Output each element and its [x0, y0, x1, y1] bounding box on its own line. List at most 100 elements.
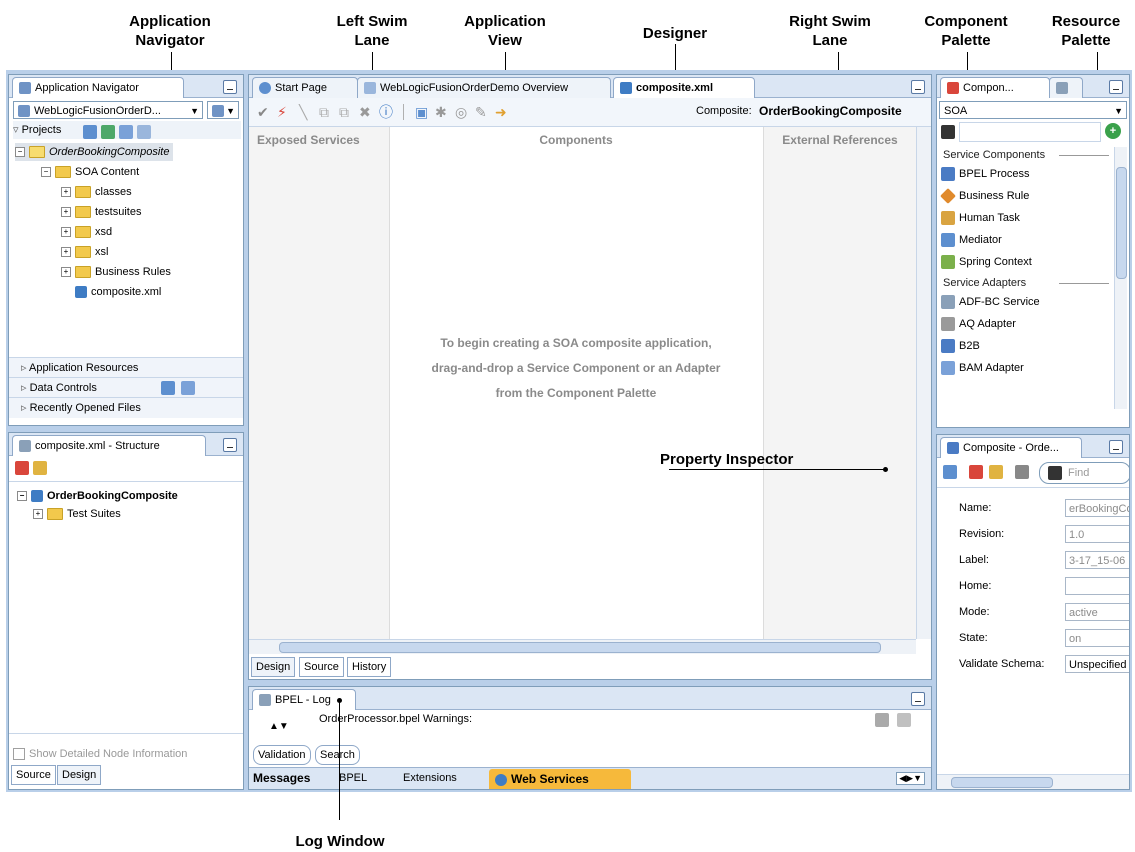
prop-field-validate-schema[interactable]: Unspecified	[1065, 655, 1129, 673]
structure-minimize-button[interactable]	[223, 438, 237, 452]
tree-item-testsuites[interactable]: + testsuites	[61, 203, 141, 221]
prop-field-name[interactable]: erBookingCo	[1065, 499, 1129, 517]
tab-composite-xml[interactable]: composite.xml	[613, 77, 755, 98]
accordion-recently-opened[interactable]: ▹ Recently Opened Files	[9, 397, 243, 418]
tree-item-classes[interactable]: + classes	[61, 183, 132, 201]
filter-icon[interactable]	[119, 125, 133, 140]
inspector-view-icon[interactable]	[943, 465, 957, 479]
paste-icon[interactable]: ⧉	[339, 104, 349, 120]
expand-toggle[interactable]: +	[61, 227, 71, 238]
expand-toggle[interactable]: +	[61, 207, 71, 218]
palette-item-aq-adapter[interactable]: AQ Adapter	[941, 313, 1016, 335]
palette-item-human-task[interactable]: Human Task	[941, 207, 1020, 229]
tree-item-business-rules[interactable]: + Business Rules	[61, 263, 171, 281]
palette-item-bam-adapter[interactable]: BAM Adapter	[941, 357, 1024, 379]
log-tab-scroll-buttons[interactable]: ◀▶▼	[896, 772, 925, 785]
collapse-toggle[interactable]: −	[41, 167, 51, 178]
layout-icon[interactable]: ▣	[415, 104, 428, 120]
refresh-icon[interactable]	[161, 381, 175, 395]
wire-icon[interactable]: ╲	[299, 104, 307, 120]
palette-search-input[interactable]	[959, 122, 1101, 142]
collapse-toggle[interactable]: −	[15, 147, 25, 158]
projects-header[interactable]: ▿ Projects	[13, 121, 241, 141]
log-tab-bpel[interactable]: BPEL	[339, 772, 367, 784]
structure-tab-design[interactable]: Design	[57, 765, 102, 785]
prop-field-mode[interactable]: active	[1065, 603, 1129, 621]
scroll-thumb[interactable]	[279, 642, 881, 653]
inspector-scroll-thumb[interactable]	[951, 777, 1053, 788]
palette-item-bpel-process[interactable]: BPEL Process	[941, 163, 1030, 185]
designer-canvas[interactable]: Components To begin creating a SOA compo…	[390, 127, 762, 639]
log-tab-messages[interactable]: Messages	[253, 771, 310, 785]
clear-log-icon[interactable]	[875, 713, 889, 727]
pin-icon[interactable]	[969, 465, 983, 479]
right-swim-lane[interactable]: External References	[763, 127, 916, 639]
prop-field-home[interactable]	[1065, 577, 1129, 595]
palette-item-adf-bc-service[interactable]: ADF-BC Service	[941, 291, 1040, 313]
arrange-icon[interactable]: ✱	[435, 104, 447, 120]
lightning-icon[interactable]: ⚡	[277, 104, 287, 120]
palette-item-b2b[interactable]: B2B	[941, 335, 980, 357]
edit-icon[interactable]	[1015, 465, 1029, 479]
delete-icon[interactable]: ✖	[359, 104, 371, 120]
toolbar-icons[interactable]	[83, 123, 155, 141]
tab-application-navigator[interactable]: Application Navigator	[12, 77, 184, 98]
show-detailed-checkbox[interactable]	[13, 748, 25, 761]
filter-icon[interactable]	[181, 381, 195, 395]
prop-field-revision[interactable]: 1.0	[1065, 525, 1129, 543]
accordion-data-controls[interactable]: ▹ Data Controls	[9, 377, 243, 398]
log-tab-web-services[interactable]: Web Services	[489, 769, 631, 789]
editor-tab-list-button[interactable]	[911, 80, 925, 94]
editor-tab-history[interactable]: History	[347, 657, 392, 677]
show-detailed-checkbox-row[interactable]: Show Detailed Node Information	[13, 745, 187, 763]
palette-item-business-rule[interactable]: Business Rule	[940, 185, 1029, 207]
navigator-minimize-button[interactable]	[223, 80, 237, 94]
structure-item-composite[interactable]: − OrderBookingComposite	[17, 487, 178, 505]
validate-icon[interactable]: ✔	[257, 104, 269, 120]
palette-scroll-thumb[interactable]	[1116, 167, 1127, 279]
inspector-find-field[interactable]: Find	[1039, 462, 1129, 484]
add-icon[interactable]: +	[1105, 123, 1121, 139]
tree-item-composite-xml[interactable]: composite.xml	[75, 283, 161, 301]
refresh-icon[interactable]	[83, 125, 97, 140]
freeze-view-icon[interactable]	[33, 461, 47, 475]
tab-overview[interactable]: WebLogicFusionOrderDemo Overview	[357, 77, 611, 98]
sync-icon[interactable]	[101, 125, 115, 140]
tree-item-soa-content[interactable]: − SOA Content	[41, 163, 139, 181]
expand-toggle[interactable]: +	[61, 267, 71, 278]
sort-icon[interactable]	[137, 125, 151, 140]
palette-category-combo[interactable]: SOA ▼	[939, 101, 1127, 119]
palette-item-mediator[interactable]: Mediator	[941, 229, 1002, 251]
expand-toggle[interactable]: +	[61, 247, 71, 258]
freeze-view-icon[interactable]	[989, 465, 1003, 479]
left-swim-lane[interactable]: Exposed Services	[249, 127, 390, 639]
structure-tab-source[interactable]: Source	[11, 765, 56, 785]
log-minimize-button[interactable]	[911, 692, 925, 706]
tree-item-project[interactable]: − OrderBookingComposite	[15, 143, 174, 161]
tab-structure[interactable]: composite.xml - Structure	[12, 435, 206, 456]
vertical-scrollbar[interactable]	[916, 127, 931, 639]
expand-toggle[interactable]: +	[61, 187, 71, 198]
copy-icon[interactable]: ⧉	[319, 104, 329, 120]
tree-item-xsl[interactable]: + xsl	[61, 243, 108, 261]
prop-field-state[interactable]: on	[1065, 629, 1129, 647]
tab-property-inspector[interactable]: Composite - Orde...	[940, 437, 1082, 458]
tree-item-xsd[interactable]: + xsd	[61, 223, 112, 241]
tab-component-palette[interactable]: Compon...	[940, 77, 1050, 98]
zoom-icon[interactable]: ◎	[455, 104, 467, 120]
structure-item-test-suites[interactable]: + Test Suites	[33, 505, 121, 523]
application-combo[interactable]: WebLogicFusionOrderD... ▼	[13, 101, 203, 119]
log-tab-search[interactable]: Search	[315, 745, 360, 765]
application-menu-button[interactable]: ▼	[207, 101, 239, 119]
editor-tab-design[interactable]: Design	[251, 657, 296, 677]
log-tab-validation[interactable]: Validation	[253, 745, 311, 765]
deploy-icon[interactable]: ➜	[495, 104, 507, 120]
log-nav-buttons[interactable]: ▲▼	[269, 721, 289, 732]
log-tab-extensions[interactable]: Extensions	[403, 772, 457, 784]
inspector-minimize-button[interactable]	[1109, 440, 1123, 454]
save-log-icon[interactable]	[897, 713, 911, 727]
tab-start-page[interactable]: Start Page	[252, 77, 358, 98]
editor-tab-source[interactable]: Source	[299, 657, 344, 677]
edit-icon[interactable]: ✎	[475, 104, 487, 120]
inspector-hscrollbar[interactable]	[937, 774, 1129, 789]
